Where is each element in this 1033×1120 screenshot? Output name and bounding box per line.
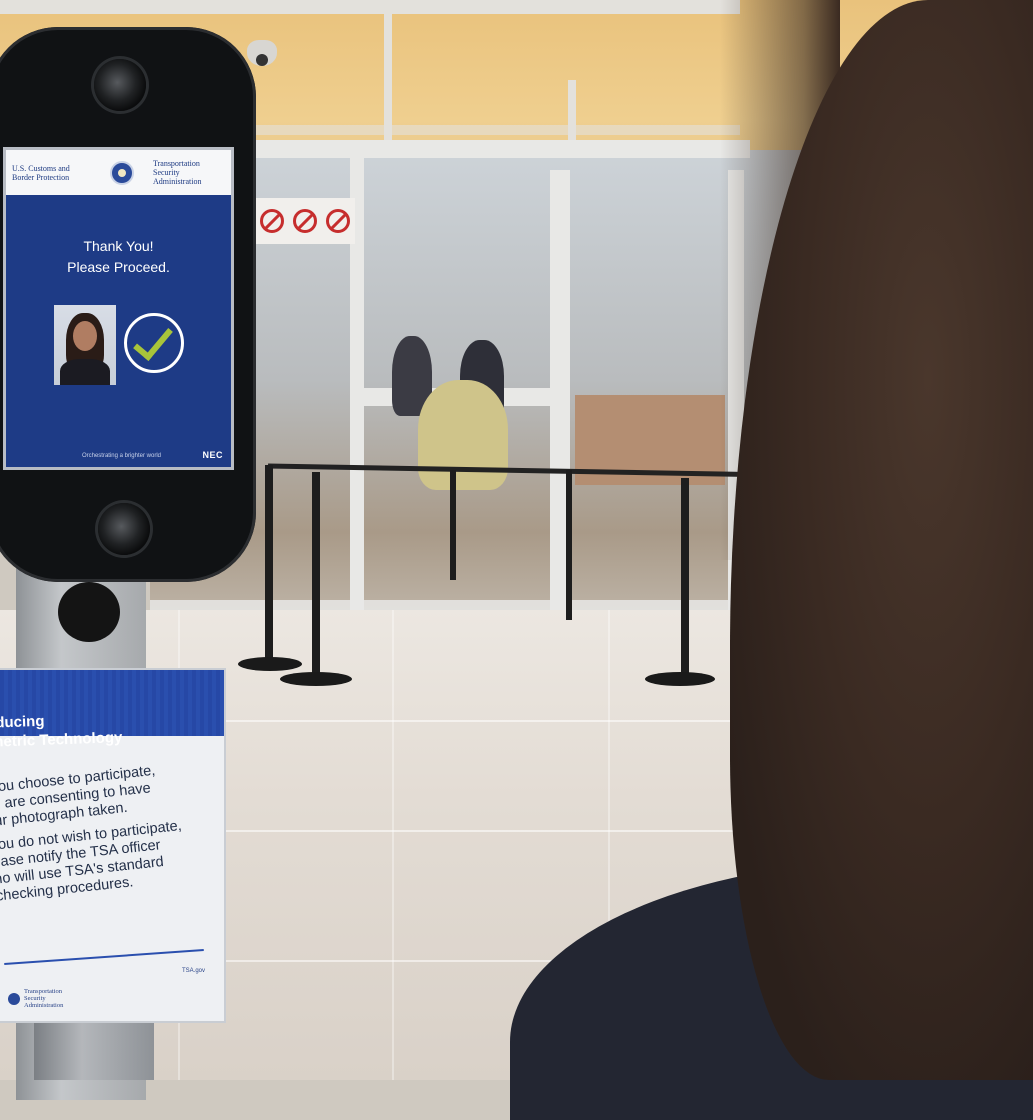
message-line-1: Thank You! bbox=[83, 238, 154, 254]
cable-port bbox=[58, 582, 120, 642]
queue-stanchion-base bbox=[280, 672, 352, 686]
sign-optout-paragraph: you do not wish to participate, ease not… bbox=[0, 815, 216, 906]
queue-stanchion bbox=[566, 470, 572, 620]
screen-tagline: Orchestrating a brighter world bbox=[81, 453, 161, 459]
camera-lens-icon bbox=[98, 503, 150, 555]
queue-stanchion bbox=[265, 465, 273, 665]
queue-stanchion bbox=[312, 472, 320, 682]
photo-face bbox=[73, 321, 97, 351]
sign-footer-org: Transportation Security Administration bbox=[24, 988, 64, 1009]
sign-title: roducing ometric Technology bbox=[0, 706, 211, 752]
agency-cbp-label: U.S. Customs and Border Protection bbox=[12, 163, 70, 182]
photo-body bbox=[60, 359, 110, 385]
prohibited-icon bbox=[259, 209, 284, 233]
camera-lens-icon bbox=[94, 59, 146, 111]
background-traveler bbox=[418, 380, 508, 490]
agency-tsa-label: Transportation Security Administration bbox=[153, 159, 202, 186]
queue-stanchion-base bbox=[238, 657, 302, 671]
checkmark-icon bbox=[124, 313, 184, 373]
sign-footer-url: TSA.gov bbox=[182, 968, 206, 974]
kiosk-screen: U.S. Customs and Border Protection Trans… bbox=[3, 147, 234, 470]
prohibited-icon bbox=[326, 209, 351, 233]
queue-stanchion bbox=[681, 478, 689, 678]
message-line-2: Please Proceed. bbox=[67, 259, 170, 275]
biometric-kiosk: U.S. Customs and Border Protection Trans… bbox=[0, 27, 256, 582]
confirmation-message: Thank You! Please Proceed. bbox=[6, 236, 231, 278]
wall-divider-vertical bbox=[384, 0, 392, 140]
nec-logo: NEC bbox=[202, 450, 223, 460]
sign-footer-tsa: Transportation Security Administration bbox=[8, 988, 84, 1009]
checkmark-stroke bbox=[133, 319, 173, 361]
dhs-seal-icon bbox=[109, 160, 134, 185]
queue-stanchion bbox=[450, 470, 456, 580]
tsa-seal-icon bbox=[8, 992, 20, 1005]
prohibited-icon bbox=[292, 209, 317, 233]
traveler-photo bbox=[54, 305, 116, 385]
ceiling-beam bbox=[0, 0, 740, 14]
queue-stanchion-base bbox=[645, 672, 715, 686]
ceiling-camera-icon bbox=[247, 40, 277, 66]
screen-header: U.S. Customs and Border Protection Trans… bbox=[6, 150, 231, 195]
prohibited-items-sign bbox=[255, 198, 355, 244]
